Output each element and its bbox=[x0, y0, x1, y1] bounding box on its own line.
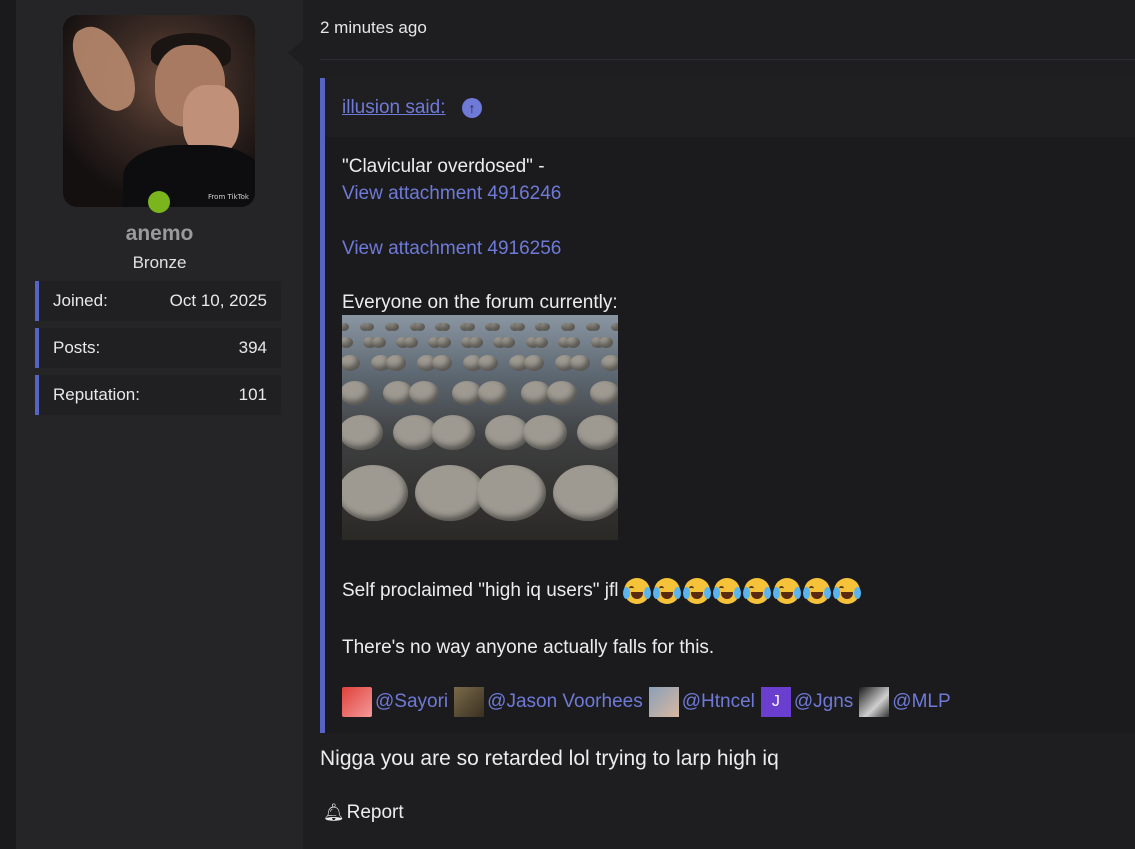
crying-laughing-emoji bbox=[623, 578, 652, 604]
quote-line-1: "Clavicular overdosed" - bbox=[342, 156, 545, 177]
stat-value: 101 bbox=[238, 385, 267, 404]
page-left-gutter bbox=[0, 0, 16, 849]
username[interactable]: anemo bbox=[16, 222, 303, 246]
sheep-shape bbox=[409, 381, 440, 405]
sheep-shape bbox=[414, 323, 425, 331]
sheep-shape bbox=[404, 337, 419, 349]
sheep-shape bbox=[520, 381, 551, 405]
sheep-shape bbox=[342, 323, 350, 331]
sheep-shape bbox=[565, 323, 576, 331]
user-avatar[interactable]: From TikTok bbox=[63, 15, 255, 207]
mention-sayori[interactable]: @Sayori bbox=[375, 691, 448, 713]
avatar-watermark: From TikTok bbox=[207, 193, 249, 201]
attachment-link-1[interactable]: View attachment 4916246 bbox=[342, 183, 561, 205]
crying-laughing-emoji bbox=[803, 578, 832, 604]
jump-to-quote-icon[interactable]: ↑ bbox=[462, 98, 482, 118]
mention-mlp[interactable]: @MLP bbox=[892, 691, 950, 713]
sheep-shape bbox=[342, 415, 383, 451]
mlp-avatar bbox=[859, 687, 890, 717]
sheep-shape bbox=[436, 337, 451, 349]
sheep-shape bbox=[371, 337, 386, 349]
sheep-shape bbox=[469, 337, 483, 349]
sheep-shape bbox=[600, 355, 618, 371]
sheep-shape bbox=[431, 415, 475, 451]
sheep-shape bbox=[523, 355, 544, 371]
sheep-shape bbox=[540, 323, 550, 331]
sheep-shape bbox=[489, 323, 500, 331]
stat-reputation: Reputation: 101 bbox=[35, 375, 281, 415]
stat-value: Oct 10, 2025 bbox=[169, 291, 267, 310]
post-pointer-arrow bbox=[288, 40, 303, 66]
stat-label: Joined: bbox=[53, 291, 108, 310]
mention-jason-voorhees[interactable]: @Jason Voorhees bbox=[487, 691, 643, 713]
sheep-shape bbox=[590, 323, 601, 331]
report-label: Report bbox=[346, 802, 404, 823]
stat-label: Reputation: bbox=[53, 385, 140, 404]
sheep-shape bbox=[342, 381, 371, 405]
sheep-shape bbox=[389, 323, 400, 331]
quote-block: illusion said: ↑ "Clavicular overdosed" … bbox=[320, 78, 1135, 733]
emoji-group bbox=[623, 578, 864, 604]
crying-laughing-emoji bbox=[833, 578, 862, 604]
sheep-shape bbox=[598, 337, 613, 349]
sheep-shape bbox=[477, 355, 498, 371]
sheep-shape bbox=[342, 337, 354, 349]
post-body-text: Nigga you are so retarded lol trying to … bbox=[320, 747, 779, 770]
stat-joined: Joined: Oct 10, 2025 bbox=[35, 281, 281, 321]
quote-line-2: Everyone on the forum currently: bbox=[342, 292, 618, 313]
htncel-avatar bbox=[648, 687, 679, 717]
attachment-link-2[interactable]: View attachment 4916256 bbox=[342, 238, 561, 260]
mention-htncel[interactable]: @Htncel bbox=[682, 691, 755, 713]
sheep-shape bbox=[589, 381, 618, 405]
post-timestamp[interactable]: 2 minutes ago bbox=[320, 18, 427, 38]
sheep-shape bbox=[566, 337, 581, 349]
sheep-shape bbox=[342, 355, 360, 371]
avatar-hand-graphic bbox=[64, 17, 146, 119]
sheep-shape bbox=[382, 381, 413, 405]
sheep-shape bbox=[610, 323, 618, 331]
sheep-shape bbox=[439, 323, 450, 331]
sheep-shape bbox=[414, 465, 485, 521]
crying-laughing-emoji bbox=[653, 578, 682, 604]
stat-posts: Posts: 394 bbox=[35, 328, 281, 368]
sayori-avatar bbox=[342, 687, 372, 717]
sheep-shape bbox=[342, 465, 408, 521]
quote-author-link[interactable]: illusion said: bbox=[342, 97, 446, 119]
stat-value: 394 bbox=[238, 338, 267, 357]
jgns-avatar: J bbox=[760, 687, 791, 717]
sheep-shape bbox=[501, 337, 516, 349]
sheep-shape bbox=[385, 355, 406, 371]
mention-jgns[interactable]: @Jgns bbox=[794, 691, 853, 713]
sheep-shape bbox=[533, 337, 548, 349]
jason-voorhees-avatar bbox=[454, 687, 485, 717]
quote-line-3-text: Self proclaimed "high iq users" jfl bbox=[342, 580, 619, 601]
crying-laughing-emoji bbox=[683, 578, 712, 604]
sheep-shape bbox=[451, 381, 482, 405]
crying-laughing-emoji bbox=[713, 578, 742, 604]
report-button[interactable]: 🔔︎ Report bbox=[323, 802, 404, 824]
crying-laughing-emoji bbox=[743, 578, 772, 604]
user-rank: Bronze bbox=[132, 253, 187, 272]
sheep-shape bbox=[552, 465, 618, 521]
online-status-indicator bbox=[148, 191, 170, 213]
post-header-divider bbox=[320, 59, 1135, 60]
sheep-shape bbox=[478, 381, 509, 405]
sheep-shape bbox=[431, 355, 452, 371]
stat-label: Posts: bbox=[53, 338, 101, 357]
sheep-shape bbox=[364, 323, 375, 331]
crying-laughing-emoji bbox=[773, 578, 802, 604]
sheep-shape bbox=[523, 415, 567, 451]
sheep-flock-image[interactable] bbox=[342, 315, 618, 540]
sheep-shape bbox=[475, 465, 546, 521]
sheep-shape bbox=[464, 323, 475, 331]
sheep-shape bbox=[569, 355, 590, 371]
mentions-row: @Sayori @Jason Voorhees @Htncel J @Jgns … bbox=[342, 687, 957, 717]
sheep-shape bbox=[514, 323, 525, 331]
quote-line-3: Self proclaimed "high iq users" jfl bbox=[342, 578, 864, 604]
sheep-shape bbox=[577, 415, 618, 451]
sheep-shape bbox=[547, 381, 578, 405]
quote-header: illusion said: ↑ bbox=[325, 78, 1135, 137]
bell-icon: 🔔︎ bbox=[323, 803, 345, 822]
quote-line-4: There's no way anyone actually falls for… bbox=[342, 637, 715, 658]
